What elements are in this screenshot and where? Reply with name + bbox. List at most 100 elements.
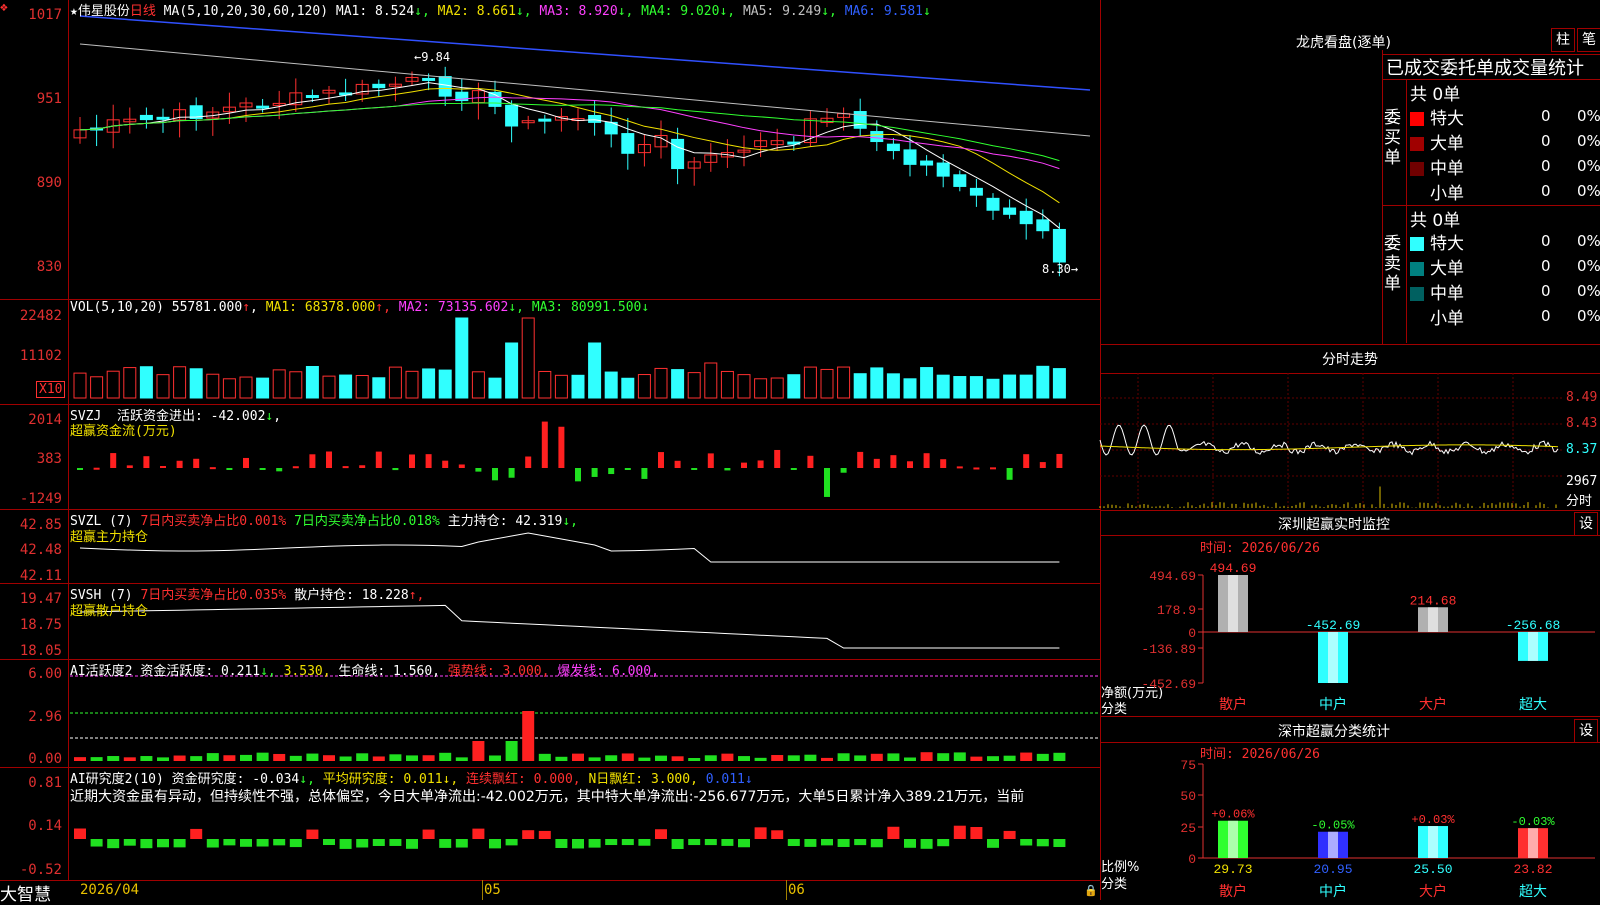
candle-body bbox=[1052, 228, 1066, 263]
intraday-y-tick: 8.43 bbox=[1566, 416, 1598, 431]
candle-body bbox=[538, 118, 552, 122]
volume-bar bbox=[471, 371, 485, 399]
volume-bar bbox=[488, 377, 502, 399]
lh-row: 特大 bbox=[1410, 104, 1464, 129]
activity-bar bbox=[671, 756, 684, 761]
candle-body bbox=[953, 174, 967, 187]
activity-bar bbox=[621, 753, 634, 761]
volume-bar bbox=[106, 370, 120, 399]
research-bar bbox=[372, 839, 385, 846]
category-label: 散户 bbox=[1219, 883, 1247, 900]
research-bar bbox=[821, 839, 833, 846]
ma-value: MA3: 8.920 bbox=[539, 4, 618, 19]
stroke-view-button[interactable]: 笔 bbox=[1577, 28, 1600, 52]
lock-icon[interactable]: 🔒 bbox=[1084, 884, 1098, 897]
svzj-value: -42.002 bbox=[210, 409, 266, 424]
ai-active-title: AI活跃度2 bbox=[70, 664, 133, 679]
column-view-button[interactable]: 柱 bbox=[1551, 28, 1575, 52]
flow-bar bbox=[1023, 454, 1030, 468]
category-bar bbox=[1518, 828, 1548, 858]
research-bar bbox=[920, 839, 933, 849]
sz-classify-settings-button[interactable]: 设 bbox=[1574, 719, 1598, 743]
y-tick: 0.81 bbox=[28, 775, 62, 791]
candle-body bbox=[372, 83, 386, 89]
category-bar bbox=[1218, 575, 1248, 632]
category-bar bbox=[1518, 632, 1548, 661]
lh-row-pct: 0% bbox=[1577, 182, 1600, 200]
bar-value-label: 20.95 bbox=[1313, 862, 1352, 877]
volume-bar bbox=[704, 362, 718, 399]
research-bar bbox=[289, 839, 302, 848]
activity-bar bbox=[987, 756, 999, 761]
candle-body bbox=[986, 197, 1000, 211]
category-bar bbox=[1418, 826, 1448, 858]
sz-classify-title: 深市超赢分类统计 bbox=[1278, 724, 1390, 740]
bar-value-label: 494.69 bbox=[1210, 561, 1257, 576]
candle-body bbox=[903, 149, 917, 165]
category-label: 大户 bbox=[1419, 883, 1447, 900]
ma-arrow: ↓ bbox=[922, 4, 931, 19]
lh-left-divider bbox=[1382, 50, 1383, 344]
flow-bar bbox=[259, 468, 266, 470]
volume-bar bbox=[173, 366, 187, 399]
sell-total: 共 0单 bbox=[1410, 211, 1461, 231]
y-tick: 42.11 bbox=[19, 568, 62, 584]
color-swatch-icon bbox=[1410, 187, 1424, 201]
category-bar bbox=[1318, 831, 1348, 858]
research-bar bbox=[671, 839, 684, 849]
ai-active-arrow: ↓, bbox=[260, 664, 276, 679]
period-label[interactable]: 日线 bbox=[130, 4, 156, 19]
flow-bar bbox=[575, 468, 581, 482]
lh-row-count: 0 bbox=[1541, 157, 1551, 175]
y-tick: 42.85 bbox=[19, 517, 62, 533]
lh-row-count: 0 bbox=[1541, 282, 1551, 300]
flow-bar bbox=[724, 468, 731, 471]
ai-active-v2: 3.530, bbox=[283, 664, 331, 679]
activity-bar bbox=[1020, 752, 1033, 761]
svsh-subtitle: 超赢散户持仓 bbox=[70, 604, 149, 619]
flow-bar bbox=[940, 459, 947, 468]
volume-bar bbox=[405, 370, 419, 399]
flow-bar bbox=[1056, 453, 1063, 468]
sz-monitor-settings-button[interactable]: 设 bbox=[1574, 512, 1598, 536]
y-tick: 2.96 bbox=[28, 709, 62, 725]
y-tick: -136.89 bbox=[1141, 642, 1196, 657]
lh-section-title: 已成交委托单成交量统计 bbox=[1386, 58, 1584, 79]
volume-bar bbox=[604, 371, 618, 399]
y-tick: 383 bbox=[36, 451, 62, 467]
ma-values: MA1: 8.524↓, MA2: 8.661↓, MA3: 8.920↓, M… bbox=[336, 4, 931, 19]
volume-bar bbox=[422, 368, 436, 399]
flow-bar bbox=[1006, 468, 1013, 480]
research-bar bbox=[505, 839, 518, 846]
research-bar bbox=[439, 839, 452, 848]
activity-bar bbox=[505, 741, 518, 761]
vol-ma-arrow: ↑, bbox=[375, 300, 399, 315]
y-tick: 18.05 bbox=[19, 643, 62, 659]
flow-bar bbox=[309, 454, 316, 468]
y-tick: 0.00 bbox=[28, 751, 62, 767]
ma5-line bbox=[79, 43, 1091, 137]
activity-bar bbox=[953, 752, 966, 761]
flow-bar bbox=[990, 467, 996, 470]
lh-row: 中单 bbox=[1410, 154, 1464, 179]
flow-bar bbox=[973, 467, 980, 470]
candle-body bbox=[936, 162, 950, 177]
volume-bar bbox=[870, 367, 884, 399]
activity-bar bbox=[455, 757, 468, 761]
vol-ma-value: MA3: 80991.500 bbox=[531, 300, 642, 315]
research-bar bbox=[588, 839, 601, 848]
color-swatch-icon bbox=[1410, 162, 1424, 176]
flow-bar bbox=[126, 465, 133, 468]
lh-row-count: 0 bbox=[1541, 107, 1551, 125]
activity-bar bbox=[256, 752, 269, 761]
main-chart-canvas[interactable] bbox=[0, 0, 1100, 900]
flow-bar bbox=[508, 468, 515, 478]
volume-bar bbox=[654, 367, 668, 399]
svzl-item3-label: 主力持仓: bbox=[447, 514, 508, 529]
stock-name[interactable]: ★伟星股份 bbox=[70, 4, 130, 19]
activity-bar bbox=[754, 757, 767, 761]
bar-highlight bbox=[1328, 632, 1338, 683]
low-price-label: 8.30→ bbox=[1042, 262, 1079, 276]
svzl-item2: 7日内买卖净占比0.018% bbox=[294, 514, 440, 529]
volume-bar bbox=[1019, 374, 1033, 399]
